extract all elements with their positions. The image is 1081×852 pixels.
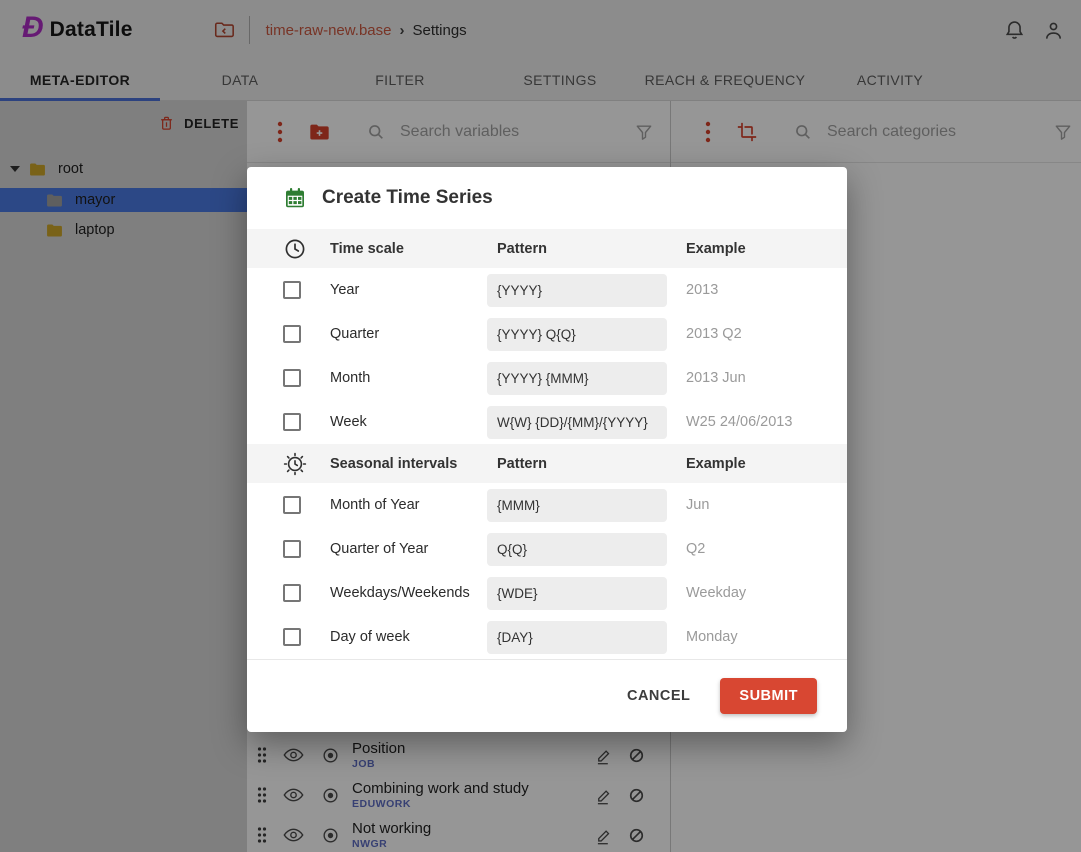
checkbox[interactable] xyxy=(283,413,301,431)
example-value: Monday xyxy=(686,629,817,645)
section-title: Time scale xyxy=(330,241,487,257)
cancel-button[interactable]: CANCEL xyxy=(627,688,690,704)
seasonal-row: Month of Year Jun xyxy=(247,483,847,527)
example-value: 2013 xyxy=(686,282,817,298)
seasonal-row: Day of week Monday xyxy=(247,615,847,659)
checkbox[interactable] xyxy=(283,584,301,602)
row-label: Day of week xyxy=(330,629,487,645)
pattern-input[interactable] xyxy=(487,274,667,307)
time-scale-row: Quarter 2013 Q2 xyxy=(247,312,847,356)
section-title: Seasonal intervals xyxy=(330,456,487,472)
pattern-input[interactable] xyxy=(487,362,667,395)
checkbox[interactable] xyxy=(283,325,301,343)
checkbox[interactable] xyxy=(283,496,301,514)
modal-header: Create Time Series xyxy=(247,167,847,229)
example-column-header: Example xyxy=(686,241,817,257)
example-value: Weekday xyxy=(686,585,817,601)
example-value: Jun xyxy=(686,497,817,513)
example-value: 2013 Jun xyxy=(686,370,817,386)
checkbox[interactable] xyxy=(283,628,301,646)
time-scale-row: Year 2013 xyxy=(247,268,847,312)
row-label: Weekdays/Weekends xyxy=(330,585,487,601)
example-value: 2013 Q2 xyxy=(686,326,817,342)
pattern-input[interactable] xyxy=(487,533,667,566)
pattern-column-header: Pattern xyxy=(487,456,686,472)
example-value: Q2 xyxy=(686,541,817,557)
checkbox[interactable] xyxy=(283,369,301,387)
modal-footer: CANCEL SUBMIT xyxy=(247,659,847,732)
time-scale-row: Month 2013 Jun xyxy=(247,356,847,400)
row-label: Quarter xyxy=(330,326,487,342)
example-value: W25 24/06/2013 xyxy=(686,414,817,430)
example-column-header: Example xyxy=(686,456,817,472)
create-time-series-modal: Create Time Series Time scale Pattern Ex… xyxy=(247,167,847,732)
modal-title: Create Time Series xyxy=(322,187,493,209)
row-label: Month of Year xyxy=(330,497,487,513)
row-label: Week xyxy=(330,414,487,430)
calendar-icon xyxy=(283,186,307,210)
pattern-input[interactable] xyxy=(487,577,667,610)
pattern-input[interactable] xyxy=(487,406,667,439)
pattern-input[interactable] xyxy=(487,621,667,654)
pattern-input[interactable] xyxy=(487,318,667,351)
checkbox[interactable] xyxy=(283,281,301,299)
row-label: Year xyxy=(330,282,487,298)
pattern-input[interactable] xyxy=(487,489,667,522)
row-label: Month xyxy=(330,370,487,386)
app-screen: Ɖ DataTile time-raw-new.base › Settings xyxy=(0,0,1081,852)
seasonal-section-header: Seasonal intervals Pattern Example xyxy=(247,444,847,483)
checkbox[interactable] xyxy=(283,540,301,558)
time-scale-row: Week W25 24/06/2013 xyxy=(247,400,847,444)
seasonal-row: Quarter of Year Q2 xyxy=(247,527,847,571)
row-label: Quarter of Year xyxy=(330,541,487,557)
seasonal-row: Weekdays/Weekends Weekday xyxy=(247,571,847,615)
time-scale-section-header: Time scale Pattern Example xyxy=(247,229,847,268)
seasonal-clock-icon xyxy=(283,452,330,476)
clock-icon xyxy=(283,237,330,261)
submit-button[interactable]: SUBMIT xyxy=(720,678,817,714)
pattern-column-header: Pattern xyxy=(487,241,686,257)
